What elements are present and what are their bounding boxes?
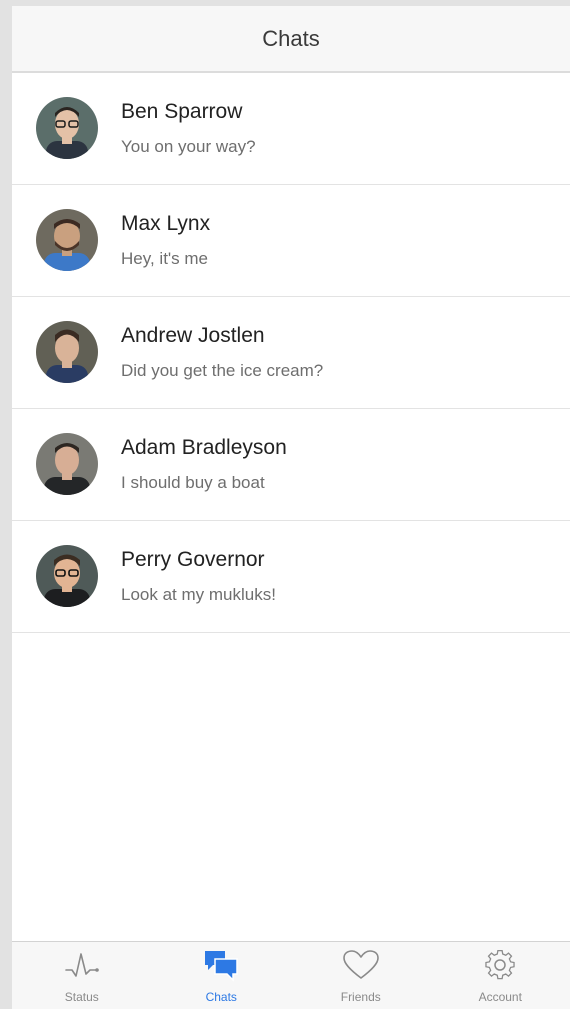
- chat-list-item[interactable]: Andrew Jostlen Did you get the ice cream…: [12, 297, 570, 409]
- chat-list: Ben Sparrow You on your way? Max Lynx He…: [12, 73, 570, 633]
- tab-chats[interactable]: Chats: [152, 942, 292, 1009]
- tab-bar: Status Chats Friends Account: [12, 941, 570, 1009]
- chat-list-item[interactable]: Ben Sparrow You on your way?: [12, 73, 570, 185]
- chat-name: Adam Bradleyson: [121, 436, 287, 459]
- avatar: [36, 321, 98, 383]
- pulse-icon: [62, 948, 102, 982]
- chat-last-message: Hey, it's me: [121, 249, 209, 268]
- chat-name: Perry Governor: [121, 548, 265, 571]
- chat-bubbles-icon: [201, 948, 241, 982]
- gear-icon: [480, 948, 520, 982]
- heart-icon: [341, 948, 381, 982]
- page-title: Chats: [262, 25, 320, 51]
- chat-name: Andrew Jostlen: [121, 324, 265, 347]
- chat-list-item[interactable]: Max Lynx Hey, it's me: [12, 185, 570, 297]
- avatar: [36, 97, 98, 159]
- chat-last-message: Did you get the ice cream?: [121, 361, 324, 380]
- avatar: [36, 433, 98, 495]
- chat-list-item[interactable]: Adam Bradleyson I should buy a boat: [12, 409, 570, 521]
- tab-label: Chats: [205, 990, 237, 1004]
- nav-bar: Chats: [12, 6, 570, 73]
- chat-list-item[interactable]: Perry Governor Look at my mukluks!: [12, 521, 570, 633]
- chat-last-message: You on your way?: [121, 137, 256, 156]
- tab-account[interactable]: Account: [431, 942, 570, 1009]
- tab-label: Friends: [340, 990, 381, 1004]
- tab-label: Status: [64, 990, 99, 1004]
- tab-status[interactable]: Status: [12, 942, 152, 1009]
- chat-last-message: I should buy a boat: [121, 473, 265, 492]
- app-window: Chats Ben Sparrow You on your way? Max L…: [12, 6, 570, 1009]
- chat-name: Ben Sparrow: [121, 100, 243, 123]
- avatar: [36, 209, 98, 271]
- chat-last-message: Look at my mukluks!: [121, 585, 276, 604]
- avatar: [36, 545, 98, 607]
- chat-name: Max Lynx: [121, 212, 211, 235]
- tab-friends[interactable]: Friends: [291, 942, 431, 1009]
- tab-label: Account: [478, 990, 522, 1004]
